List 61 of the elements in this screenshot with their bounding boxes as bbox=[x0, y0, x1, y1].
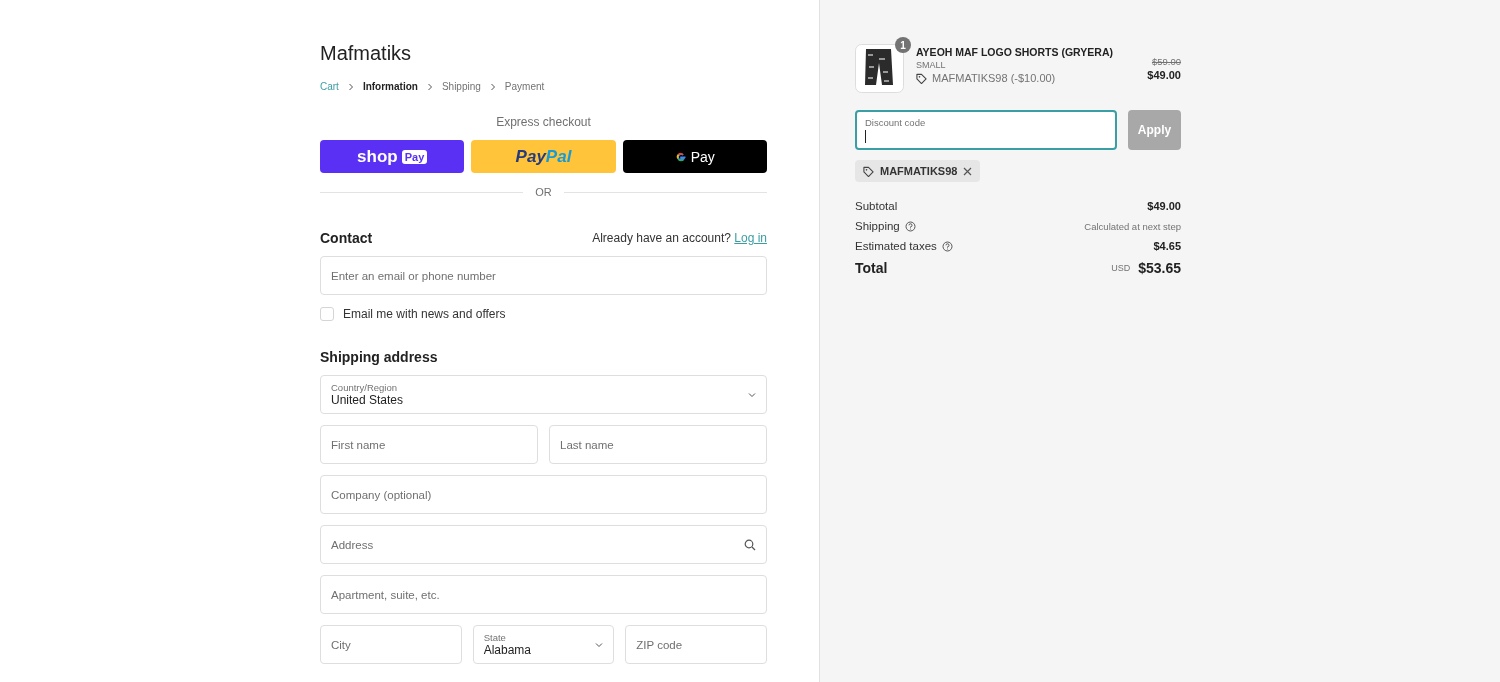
field-label: Country/Region bbox=[331, 382, 398, 393]
express-checkout-title: Express checkout bbox=[495, 115, 592, 129]
total-value: $53.65 bbox=[1138, 260, 1181, 276]
tag-icon bbox=[916, 72, 927, 84]
discount-field[interactable]: Discount code bbox=[855, 110, 1117, 150]
select-field[interactable]: State Alabama bbox=[472, 625, 615, 664]
product-variant: SMALL bbox=[916, 60, 947, 70]
checkbox-label: Email me with news and offers bbox=[343, 307, 506, 321]
select-field[interactable]: Country/Region United States bbox=[320, 375, 767, 414]
login-link[interactable]: Log in bbox=[734, 231, 767, 245]
help-icon[interactable] bbox=[941, 240, 953, 252]
breadcrumb-link[interactable]: Cart bbox=[320, 81, 339, 92]
input-field[interactable]: ZIP code bbox=[625, 625, 767, 664]
chevron-right-icon bbox=[488, 82, 497, 91]
field-value: Alabama bbox=[483, 643, 533, 657]
google-pay-button[interactable]: Pay bbox=[622, 140, 767, 173]
chevron-down-icon bbox=[748, 390, 756, 399]
logo-icon bbox=[674, 150, 687, 163]
tag-icon bbox=[863, 165, 874, 177]
help-icon[interactable] bbox=[904, 220, 916, 232]
input-field[interactable]: Enter an email or phone number bbox=[320, 256, 767, 295]
item-discount: MAFMATIKS98 (-$10.00) bbox=[932, 72, 1056, 84]
summary-label: Estimated taxes bbox=[855, 240, 937, 252]
summary-value: Calculated at next step bbox=[1084, 220, 1181, 232]
input-field[interactable]: Apartment, suite, etc. bbox=[320, 575, 767, 614]
product-name: AYEOH MAF LOGO SHORTS (GRYERA) bbox=[916, 46, 1114, 58]
summary-label: Shipping bbox=[855, 220, 900, 232]
total-label: Total bbox=[855, 260, 888, 276]
paypal-button[interactable]: PayPal bbox=[471, 140, 616, 173]
section-heading: Shipping address bbox=[320, 349, 438, 365]
text-cursor bbox=[865, 130, 866, 143]
summary-value: $49.00 bbox=[1147, 200, 1181, 212]
divider-label: OR bbox=[535, 186, 552, 198]
remove-button[interactable] bbox=[963, 166, 973, 176]
store-name: Mafmatiks bbox=[320, 42, 413, 65]
input-field[interactable]: Company (optional) bbox=[320, 475, 767, 514]
chevron-down-icon bbox=[595, 640, 604, 649]
chevron-right-icon bbox=[425, 82, 434, 91]
field-value: United States bbox=[331, 393, 405, 407]
shop-pay-button[interactable]: shop Pay bbox=[320, 140, 465, 173]
quantity-badge: 1 bbox=[895, 37, 911, 53]
breadcrumb-link[interactable]: Shipping bbox=[441, 81, 481, 92]
original-price: $59.00 bbox=[1151, 56, 1181, 67]
section-heading: Contact bbox=[320, 230, 373, 246]
input-field[interactable]: First name bbox=[320, 425, 538, 464]
input-field[interactable]: Last name bbox=[549, 425, 767, 464]
breadcrumb-link[interactable]: Payment bbox=[504, 81, 545, 92]
input-field[interactable]: City bbox=[320, 625, 462, 664]
discount-code: MAFMATIKS98 bbox=[880, 165, 958, 177]
login-prompt: Already have an account? Log in bbox=[592, 231, 767, 245]
chevron-right-icon bbox=[346, 82, 355, 91]
breadcrumb-link[interactable]: Information bbox=[362, 81, 418, 92]
search-icon bbox=[744, 538, 756, 551]
input-field[interactable]: Address bbox=[320, 525, 767, 564]
field-label: State bbox=[483, 632, 507, 643]
summary-value: $4.65 bbox=[1153, 240, 1181, 252]
field-label: Discount code bbox=[865, 117, 927, 128]
item-price: $49.00 bbox=[1147, 69, 1181, 81]
checkbox[interactable] bbox=[320, 307, 334, 321]
summary-label: Subtotal bbox=[855, 200, 898, 212]
currency-code: USD bbox=[1111, 263, 1131, 273]
